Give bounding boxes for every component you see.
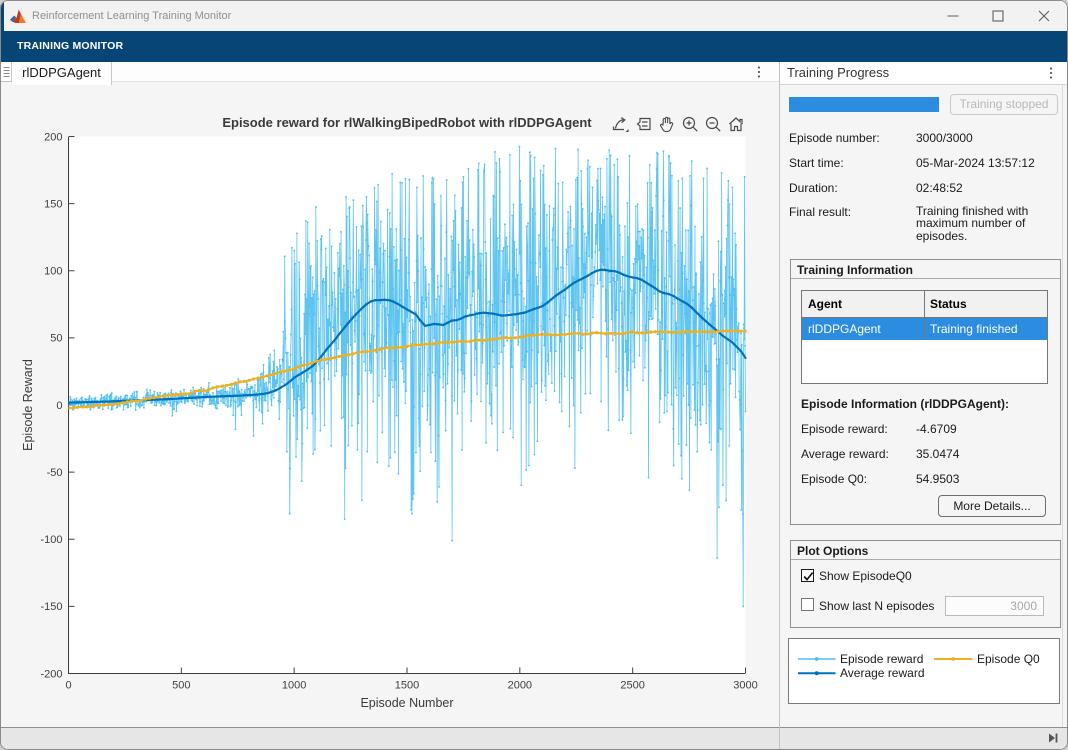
legend-episode-q0: Episode Q0 — [977, 652, 1040, 666]
svg-text:-100: -100 — [40, 534, 62, 546]
chart-title: Episode reward for rlWalkingBipedRobot w… — [222, 115, 592, 130]
export-icon — [611, 115, 630, 134]
status-bar — [1, 727, 1068, 750]
legend-average-reward: Average reward — [840, 666, 925, 680]
plot-options-title: Plot Options — [797, 544, 868, 558]
window-title: Reinforcement Learning Training Monitor — [32, 1, 231, 31]
y-axis-label: Episode Reward — [21, 359, 35, 451]
pan-button[interactable] — [656, 113, 677, 135]
field-value: -4.6709 — [916, 422, 957, 436]
legend-episode-reward: Episode reward — [840, 652, 923, 666]
home-icon — [727, 115, 745, 133]
field-value: Training finished with maximum number of… — [916, 205, 1042, 242]
svg-text:200: 200 — [44, 131, 62, 143]
agent-cell: rlDDPGAgent — [802, 318, 881, 340]
field-label: Duration: — [789, 181, 838, 195]
column-header-agent: Agent — [802, 291, 842, 317]
field-value: 54.9503 — [916, 472, 959, 486]
grip-icon — [3, 66, 10, 78]
svg-text:1000: 1000 — [282, 680, 306, 692]
table-column-divider — [924, 291, 925, 340]
field-value: 35.0474 — [916, 447, 959, 461]
episode-information-title: Episode Information (rlDDPGAgent): — [801, 397, 1009, 411]
field-label: Episode reward: — [801, 422, 888, 436]
tab-rlddpgagent[interactable]: rlDDPGAgent — [12, 62, 112, 85]
agent-status-table[interactable]: Agent Status rlDDPGAgent Training finish… — [801, 290, 1048, 384]
export-button[interactable] — [610, 113, 631, 135]
field-label: Start time: — [789, 156, 844, 170]
svg-text:100: 100 — [44, 266, 62, 278]
axes-toolbar — [610, 113, 746, 135]
svg-text:0: 0 — [65, 680, 71, 692]
skip-to-end-button[interactable] — [1047, 732, 1059, 744]
svg-text:2500: 2500 — [620, 680, 644, 692]
matlab-logo-icon — [10, 9, 26, 24]
minimize-button[interactable] — [936, 1, 970, 31]
svg-text:500: 500 — [172, 680, 190, 692]
restore-view-button[interactable] — [725, 113, 746, 135]
progress-fill — [789, 97, 939, 112]
maximize-icon — [992, 10, 1004, 22]
document-bar-grip[interactable] — [1, 62, 12, 82]
group-divider — [791, 559, 1060, 560]
field-value: 05-Mar-2024 13:57:12 — [916, 156, 1035, 170]
training-figure: -200-150-100-500501001502000500100015002… — [1, 84, 779, 727]
svg-text:50: 50 — [50, 333, 62, 345]
x-axis-label: Episode Number — [360, 696, 453, 710]
training-progress-title: Training Progress — [787, 62, 889, 84]
episode-reward-chart[interactable]: -200-150-100-500501001502000500100015002… — [1, 84, 779, 727]
group-divider — [791, 278, 1060, 279]
datatip-icon — [635, 115, 653, 133]
document-tab-bar — [1, 62, 779, 82]
field-value: 3000/3000 — [916, 131, 973, 145]
minimize-icon — [947, 10, 959, 22]
field-label: Final result: — [789, 205, 851, 219]
field-label: Episode Q0: — [801, 472, 867, 486]
check-icon — [802, 570, 815, 583]
svg-text:-150: -150 — [40, 601, 62, 613]
training-information-title: Training Information — [797, 263, 913, 277]
panel-separator[interactable] — [779, 62, 780, 750]
toolstrip — [1, 31, 1068, 62]
panel-menu-button[interactable] — [1041, 62, 1061, 84]
svg-text:1500: 1500 — [395, 680, 419, 692]
svg-text:3000: 3000 — [733, 680, 757, 692]
zoom-out-icon — [704, 115, 722, 133]
maximize-button[interactable] — [981, 1, 1015, 31]
zoom-in-button[interactable] — [679, 113, 700, 135]
svg-text:150: 150 — [44, 198, 62, 210]
svg-text:-50: -50 — [47, 467, 63, 479]
svg-text:0: 0 — [56, 400, 62, 412]
kebab-icon — [1049, 66, 1053, 80]
field-label: Episode number: — [789, 131, 880, 145]
panel-scroll-gutter — [1062, 85, 1063, 727]
show-last-n-episodes-label: Show last N episodes — [819, 599, 934, 613]
training-stopped-button[interactable]: Training stopped — [950, 94, 1058, 115]
status-bar-divider — [779, 727, 780, 750]
close-icon — [1038, 10, 1050, 22]
last-n-episodes-field[interactable]: 3000 — [945, 596, 1044, 616]
field-label: Average reward: — [801, 447, 889, 461]
training-progress-bar — [789, 97, 939, 112]
close-button[interactable] — [1027, 1, 1061, 31]
svg-text:2000: 2000 — [508, 680, 532, 692]
zoom-in-icon — [681, 115, 699, 133]
pan-icon — [658, 115, 676, 133]
skip-end-icon — [1047, 732, 1059, 744]
show-last-n-episodes-checkbox[interactable] — [801, 598, 814, 611]
zoom-out-button[interactable] — [702, 113, 723, 135]
svg-text:-200: -200 — [40, 668, 62, 680]
field-value: 02:48:52 — [916, 181, 963, 195]
show-episodeq0-checkbox[interactable] — [801, 569, 814, 582]
app-window: Reinforcement Learning Training Monitor … — [0, 0, 1068, 750]
toolstrip-tab-training-monitor[interactable]: TRAINING MONITOR — [17, 31, 123, 62]
kebab-icon — [757, 65, 761, 79]
document-actions-button[interactable] — [749, 62, 769, 82]
show-episodeq0-label: Show EpisodeQ0 — [819, 569, 912, 583]
more-details-button[interactable]: More Details... — [938, 495, 1046, 517]
status-cell: Training finished — [924, 318, 1018, 340]
column-header-status: Status — [924, 291, 967, 317]
datatip-button[interactable] — [633, 113, 654, 135]
